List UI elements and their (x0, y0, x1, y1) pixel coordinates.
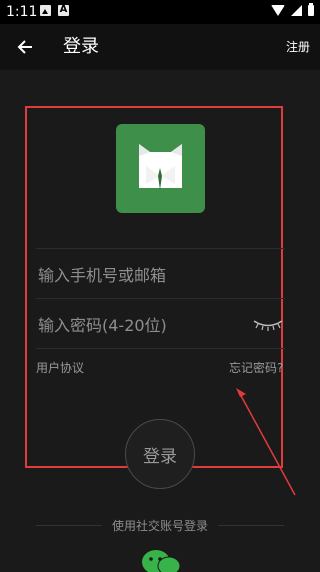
app-bar: 登录 注册 (0, 24, 320, 70)
wechat-icon[interactable] (140, 548, 182, 572)
image-notification-icon (40, 5, 51, 16)
register-link[interactable]: 注册 (286, 38, 310, 56)
page-title: 登录 (63, 36, 99, 57)
eye-closed-icon[interactable] (252, 316, 284, 332)
phone-email-input[interactable] (36, 260, 285, 290)
divider-password (36, 348, 285, 349)
forgot-password-link[interactable]: 忘记密码? (229, 359, 285, 376)
back-arrow-icon (17, 40, 32, 54)
status-bar: 1:11 (0, 0, 320, 24)
signal-icon (291, 5, 302, 16)
status-time: 1:11 (6, 4, 38, 20)
user-agreement-link[interactable]: 用户协议 (36, 359, 84, 376)
battery-icon (308, 3, 314, 16)
back-button[interactable] (12, 34, 38, 60)
password-input[interactable] (36, 310, 245, 340)
login-button[interactable]: 登录 (125, 419, 195, 489)
social-login-label: 使用社交账号登录 (111, 519, 208, 533)
divider-phone (36, 298, 285, 299)
cat-logo-icon (139, 144, 182, 190)
text-notification-icon (58, 4, 69, 16)
wifi-icon (271, 5, 285, 16)
divider-top (36, 248, 285, 249)
app-logo (116, 124, 205, 213)
system-icons (271, 3, 314, 16)
